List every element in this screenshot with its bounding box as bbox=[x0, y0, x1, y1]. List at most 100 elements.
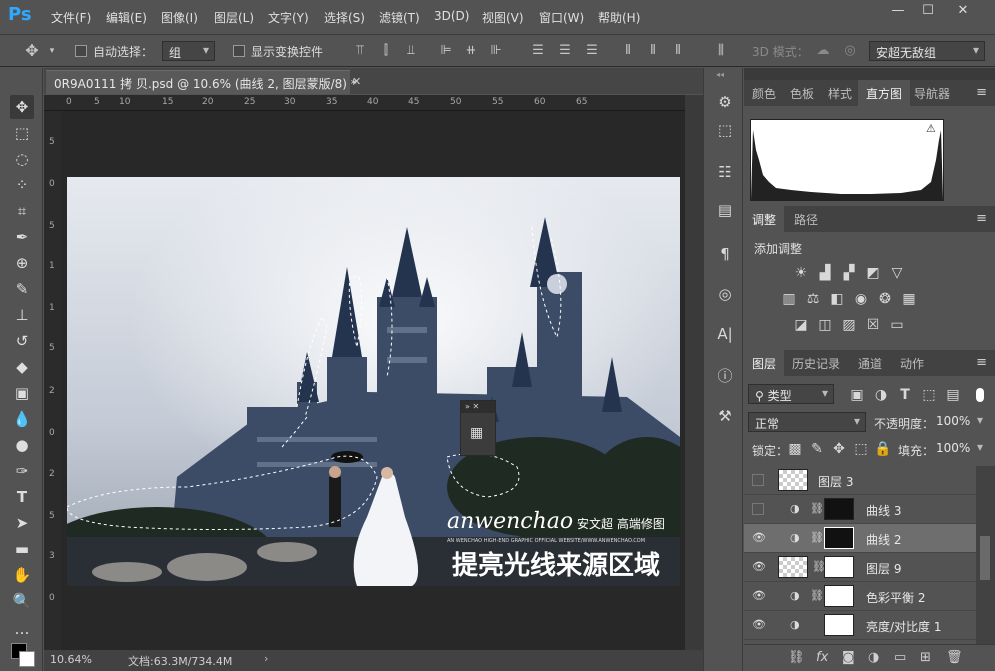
filter-toggle[interactable] bbox=[976, 388, 984, 402]
pen-tool-icon[interactable]: ✑ bbox=[10, 459, 34, 483]
panel-collapse-icon[interactable]: » ✕ bbox=[461, 401, 495, 413]
layer-name[interactable]: 曲线 2 bbox=[866, 531, 901, 548]
new-adjustment-icon[interactable]: ◑ bbox=[868, 650, 879, 665]
menu-view[interactable]: 视图(V) bbox=[482, 9, 524, 26]
layer-mask-thumbnail[interactable] bbox=[824, 614, 854, 636]
menu-layer[interactable]: 图层(L) bbox=[214, 9, 254, 26]
eraser-tool-icon[interactable]: ◆ bbox=[10, 355, 34, 379]
layer-name[interactable]: 图层 3 bbox=[818, 473, 853, 490]
add-mask-icon[interactable]: ◙ bbox=[842, 650, 855, 665]
curves-icon[interactable]: ▞ bbox=[840, 264, 858, 282]
selective-color-icon[interactable]: ☒ bbox=[864, 316, 882, 334]
exposure-icon[interactable]: ◩ bbox=[864, 264, 882, 282]
align-left-icon[interactable]: ⊫ bbox=[438, 43, 454, 59]
show-transform-checkbox[interactable] bbox=[233, 45, 245, 57]
menu-select[interactable]: 选择(S) bbox=[324, 9, 365, 26]
dodge-tool-icon[interactable]: ● bbox=[10, 433, 34, 457]
opacity-value[interactable]: 100% bbox=[930, 412, 988, 432]
hand-tool-icon[interactable]: ✋ bbox=[10, 563, 34, 587]
lock-pixels-icon[interactable]: ✎ bbox=[808, 440, 826, 458]
distribute-left-icon[interactable]: ⦀ bbox=[620, 43, 636, 59]
quick-select-tool-icon[interactable]: ⁘ bbox=[10, 173, 34, 197]
properties-panel-icon[interactable]: ☷ bbox=[713, 160, 737, 184]
workspace-dropdown[interactable]: 安超无敌组 bbox=[869, 41, 985, 61]
tab-paths[interactable]: 路径 bbox=[786, 206, 826, 232]
tab-channels[interactable]: 通道 bbox=[850, 350, 890, 376]
menu-3d[interactable]: 3D(D) bbox=[434, 9, 469, 23]
history-brush-tool-icon[interactable]: ↺ bbox=[10, 329, 34, 353]
channel-mixer-icon[interactable]: ❂ bbox=[876, 290, 894, 308]
chevron-down-icon[interactable]: ▾ bbox=[44, 43, 60, 59]
layer-name[interactable]: 图层 9 bbox=[866, 560, 901, 577]
type-tool-icon[interactable]: T bbox=[10, 485, 34, 509]
paragraph-icon[interactable]: ¶ bbox=[713, 242, 737, 266]
layer-row[interactable]: 👁 ◑ ⛓ 色彩平衡 2 bbox=[744, 582, 976, 611]
filter-type-icon[interactable]: T bbox=[896, 386, 914, 404]
transform-panel-icon[interactable]: ⬚ bbox=[713, 118, 737, 142]
tab-styles[interactable]: 样式 bbox=[820, 80, 860, 106]
align-top-icon[interactable]: ⫪ bbox=[352, 43, 368, 59]
panel-menu-icon[interactable]: ≡ bbox=[976, 85, 987, 100]
invert-icon[interactable]: ◪ bbox=[792, 316, 810, 334]
crop-tool-icon[interactable]: ⌗ bbox=[10, 199, 34, 223]
more-tools-icon[interactable]: … bbox=[10, 617, 34, 641]
eye-icon[interactable]: 👁 bbox=[752, 561, 766, 573]
tab-color[interactable]: 颜色 bbox=[744, 80, 784, 106]
tab-close-icon[interactable]: ✕ bbox=[352, 75, 361, 88]
floating-properties-panel[interactable]: » ✕ ▦ bbox=[460, 400, 496, 456]
auto-select-checkbox[interactable] bbox=[75, 45, 87, 57]
layer-mask-thumbnail[interactable] bbox=[824, 498, 854, 520]
levels-icon[interactable]: ▟ bbox=[816, 264, 834, 282]
creative-cloud-icon[interactable]: ◎ bbox=[713, 282, 737, 306]
stamp-tool-icon[interactable]: ⊥ bbox=[10, 303, 34, 327]
properties-icon[interactable]: ▦ bbox=[470, 425, 483, 441]
align-right-icon[interactable]: ⊪ bbox=[488, 43, 504, 59]
visibility-toggle[interactable] bbox=[752, 474, 764, 486]
status-arrow-icon[interactable]: › bbox=[264, 652, 268, 665]
collapse-arrows-icon[interactable]: ◂◂ bbox=[716, 70, 724, 79]
tab-actions[interactable]: 动作 bbox=[892, 350, 932, 376]
visibility-toggle[interactable] bbox=[752, 503, 764, 515]
layer-mask-thumbnail[interactable] bbox=[824, 527, 854, 549]
3d-orbit-icon[interactable]: ☁ bbox=[815, 43, 831, 59]
auto-select-dropdown[interactable]: 组 bbox=[162, 41, 215, 61]
menu-help[interactable]: 帮助(H) bbox=[598, 9, 640, 26]
link-icon[interactable]: ⛓ bbox=[810, 531, 824, 544]
layer-filter-dropdown[interactable]: ⚲ 类型 bbox=[748, 384, 834, 404]
distribute-top-icon[interactable]: ☰ bbox=[530, 43, 546, 59]
document-tab[interactable]: 0R9A0111 拷 贝.psd @ 10.6% (曲线 2, 图层蒙版/8) … bbox=[46, 70, 357, 94]
eye-icon[interactable]: 👁 bbox=[752, 619, 766, 631]
character-icon[interactable]: A| bbox=[713, 322, 737, 346]
filter-adjust-icon[interactable]: ◑ bbox=[872, 386, 890, 404]
move-tool-icon[interactable]: ✥ bbox=[10, 95, 34, 119]
menu-window[interactable]: 窗口(W) bbox=[539, 9, 584, 26]
eye-icon[interactable]: 👁 bbox=[752, 590, 766, 602]
fx-icon[interactable]: fx bbox=[816, 650, 828, 665]
zoom-level[interactable]: 10.64% bbox=[50, 653, 92, 666]
link-layers-icon[interactable]: ⛓ bbox=[788, 650, 805, 665]
layer-row-selected[interactable]: 👁 ◑ ⛓ 曲线 2 bbox=[744, 524, 976, 553]
new-group-icon[interactable]: ▭ bbox=[894, 650, 906, 665]
menu-file[interactable]: 文件(F) bbox=[51, 9, 91, 26]
distribute-hcenter-icon[interactable]: ⦀ bbox=[645, 43, 661, 59]
black-white-icon[interactable]: ◧ bbox=[828, 290, 846, 308]
scrollbar-thumb[interactable] bbox=[980, 536, 990, 580]
tool-presets-icon[interactable]: ⚒ bbox=[713, 404, 737, 428]
threshold-icon[interactable]: ▨ bbox=[840, 316, 858, 334]
brush-tool-icon[interactable]: ✎ bbox=[10, 277, 34, 301]
document-scrollbar[interactable] bbox=[685, 95, 703, 650]
lock-all-icon[interactable]: 🔒 bbox=[874, 440, 892, 458]
maximize-icon[interactable]: ☐ bbox=[917, 3, 939, 21]
distribute-bottom-icon[interactable]: ☰ bbox=[584, 43, 600, 59]
blend-mode-dropdown[interactable]: 正常 bbox=[748, 412, 866, 432]
posterize-icon[interactable]: ◫ bbox=[816, 316, 834, 334]
link-icon[interactable]: ⛓ bbox=[810, 589, 824, 602]
hue-saturation-icon[interactable]: ▥ bbox=[780, 290, 798, 308]
close-icon[interactable]: ✕ bbox=[952, 3, 974, 21]
panel-menu-icon[interactable]: ≡ bbox=[976, 211, 987, 226]
tab-adjustments[interactable]: 调整 bbox=[744, 206, 785, 232]
tab-navigator[interactable]: 导航器 bbox=[906, 80, 958, 106]
minimize-icon[interactable]: — bbox=[887, 3, 909, 21]
filter-smart-icon[interactable]: ▤ bbox=[944, 386, 962, 404]
lock-artboard-icon[interactable]: ⬚ bbox=[852, 440, 870, 458]
